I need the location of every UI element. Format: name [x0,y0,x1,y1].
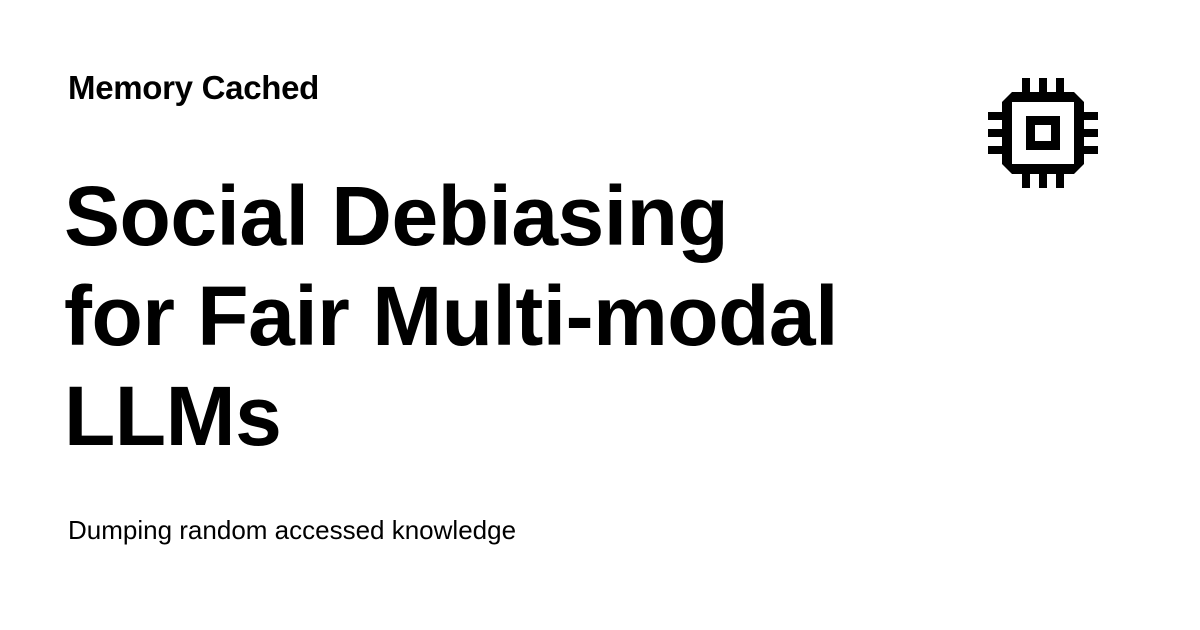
social-card: Memory Cached Social Debiasing for Fair … [0,0,1200,630]
site-tagline: Dumping random accessed knowledge [68,515,517,545]
site-name: Memory Cached [68,69,320,106]
post-title-line-1: Social Debiasing [64,169,729,263]
cpu-chip-icon [988,78,1098,188]
post-title-line-3: LLMs [64,369,282,463]
post-title-line-2: for Fair Multi-modal [64,269,838,363]
post-title: Social Debiasing for Fair Multi-modal LL… [64,166,944,466]
